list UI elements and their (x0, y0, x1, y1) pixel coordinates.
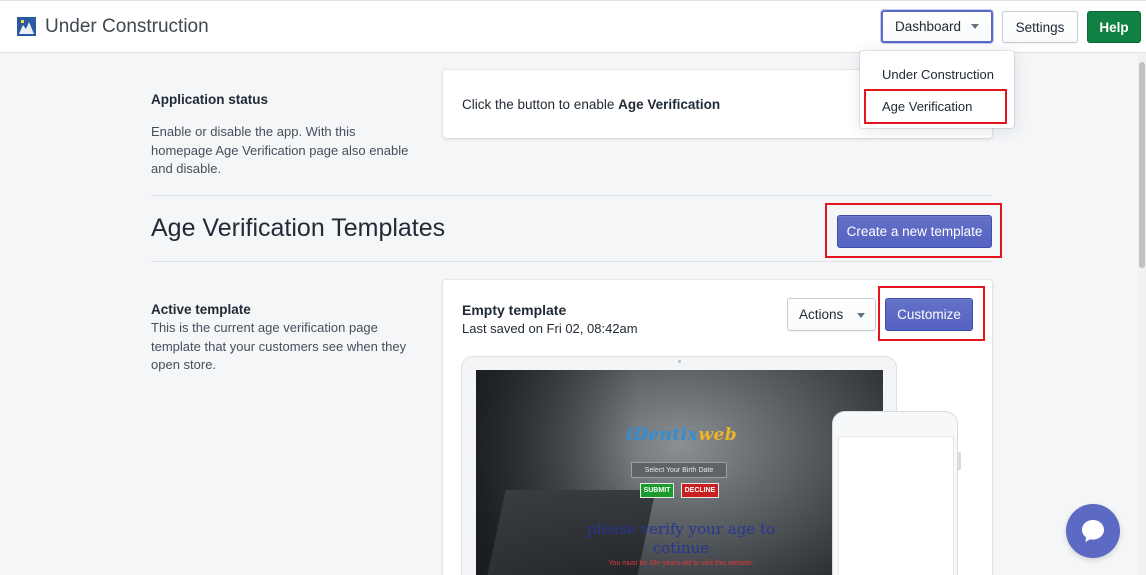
section-divider (151, 261, 992, 262)
actions-button[interactable]: Actions (787, 298, 876, 331)
actions-label: Actions (799, 307, 844, 322)
phone-preview-frame (832, 411, 958, 575)
settings-button[interactable]: Settings (1002, 11, 1078, 43)
help-button[interactable]: Help (1087, 11, 1141, 43)
menu-item-under-construction[interactable]: Under Construction (860, 60, 1014, 88)
preview-logo: iDentixweb (626, 425, 738, 445)
scrollbar-thumb[interactable] (1139, 62, 1145, 268)
templates-heading: Age Verification Templates (151, 214, 446, 242)
status-text-prefix: Click the button to enable (462, 97, 619, 112)
app-title: Under Construction (45, 16, 209, 37)
preview-birthdate-input: Select Your Birth Date (631, 462, 727, 478)
phone-preview-screen (838, 436, 954, 575)
preview-verify-text: please verify your age to cotinue (586, 520, 776, 557)
customize-button[interactable]: Customize (885, 298, 973, 331)
preview-warning-text: You must be 18+ years old to visit this … (608, 560, 754, 567)
dashboard-menu-button[interactable]: Dashboard (881, 10, 993, 43)
status-text-bold: Age Verification (618, 97, 721, 112)
active-template-title: Active template (151, 302, 251, 317)
template-name: Empty template (462, 302, 567, 318)
app-status-title: Application status (151, 92, 269, 107)
preview-logo-part1: iDentix (626, 425, 699, 445)
app-status-card-text: Click the button to enable Age Verificat… (462, 97, 720, 112)
phone-side-button (958, 452, 961, 470)
preview-logo-part2: web (698, 425, 738, 445)
template-saved-date: Last saved on Fri 02, 08:42am (462, 321, 638, 336)
section-divider (151, 195, 992, 196)
caret-down-icon (857, 313, 865, 318)
caret-down-icon (971, 24, 980, 29)
preview-decline-button: DECLINE (681, 483, 719, 498)
template-preview-screen: iDentixweb Select Your Birth Date SUBMIT… (476, 370, 883, 575)
menu-item-age-verification[interactable]: Age Verification (860, 92, 1014, 120)
dashboard-dropdown-menu: Under Construction Age Verification (860, 51, 1014, 128)
chat-bubble-icon (1082, 520, 1104, 542)
laptop-camera (678, 360, 681, 363)
chat-launcher-button[interactable] (1066, 504, 1120, 558)
preview-submit-button: SUBMIT (640, 483, 674, 498)
app-status-description: Enable or disable the app. With this hom… (151, 124, 409, 176)
dashboard-label: Dashboard (894, 19, 962, 34)
create-template-button[interactable]: Create a new template (837, 215, 992, 248)
active-template-description: This is the current age verification pag… (151, 320, 407, 372)
app-logo-icon (17, 17, 36, 36)
